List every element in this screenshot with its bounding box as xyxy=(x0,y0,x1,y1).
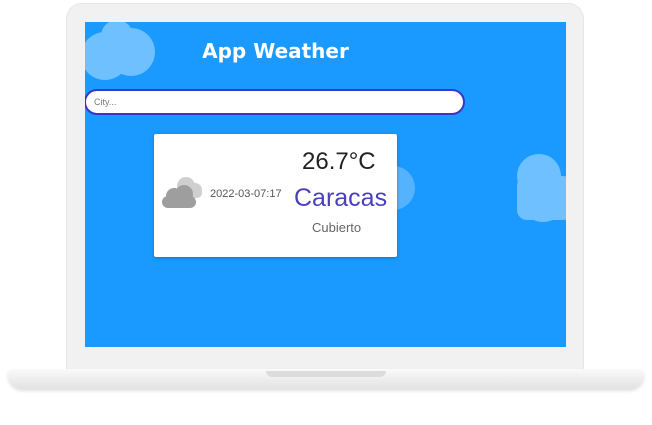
weather-date: 2022-03-07:17 xyxy=(210,188,282,200)
app-title: App Weather xyxy=(202,39,349,63)
temperature: 26.7°C xyxy=(302,148,376,175)
laptop-notch xyxy=(266,371,386,377)
background-cloud-icon xyxy=(517,154,566,222)
city-name: Caracas xyxy=(294,184,388,212)
app-screen: App Weather 2022-03-07:17 26.7°C Caracas… xyxy=(85,22,566,347)
city-search-input[interactable] xyxy=(85,89,465,115)
weather-card: 2022-03-07:17 26.7°C Caracas Cubierto xyxy=(154,134,397,257)
cloudy-icon xyxy=(162,177,202,208)
weather-description: Cubierto xyxy=(312,220,362,235)
